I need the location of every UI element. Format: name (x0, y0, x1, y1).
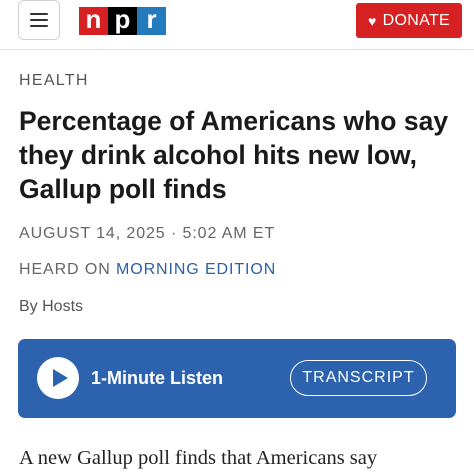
logo-letter-r: r (137, 5, 166, 35)
logo-letter-n: n (79, 5, 108, 35)
byline: By Hosts (19, 298, 84, 315)
donate-label: DONATE (382, 11, 450, 29)
show-link[interactable]: MORNING EDITION (116, 261, 276, 278)
heart-icon: ♥ (368, 12, 377, 29)
heard-on: HEARD ON MORNING EDITION (19, 261, 276, 279)
site-header: n p r ♥ DONATE (0, 0, 474, 50)
menu-button[interactable] (18, 0, 60, 40)
logo-letter-p: p (108, 5, 137, 35)
play-button[interactable] (37, 357, 79, 399)
hamburger-menu-icon (30, 13, 48, 15)
transcript-button[interactable]: TRANSCRIPT (290, 360, 427, 396)
heard-on-prefix: HEARD ON (19, 261, 111, 278)
listen-label[interactable]: 1-Minute Listen (91, 367, 223, 389)
article-date: AUGUST 14, 2025 · 5:02 AM ET (19, 225, 276, 242)
npr-logo[interactable]: n p r (79, 5, 166, 35)
article-body-text: A new Gallup poll finds that Americans s… (19, 447, 378, 469)
play-icon (53, 369, 68, 387)
donate-button[interactable]: ♥ DONATE (356, 3, 462, 38)
section-label[interactable]: HEALTH (19, 72, 89, 90)
audio-player: 1-Minute Listen TRANSCRIPT (18, 339, 456, 418)
article-headline: Percentage of Americans who say they dri… (19, 106, 449, 204)
